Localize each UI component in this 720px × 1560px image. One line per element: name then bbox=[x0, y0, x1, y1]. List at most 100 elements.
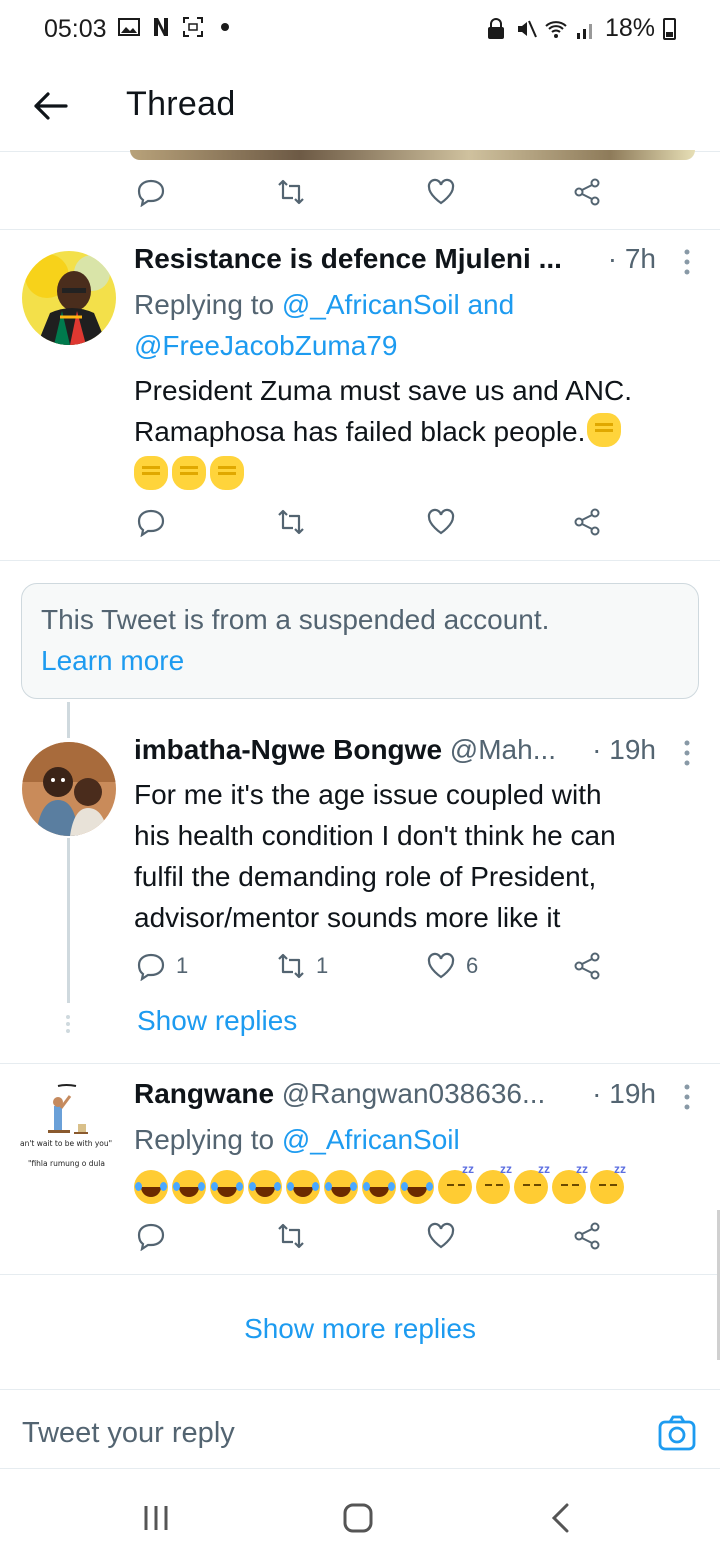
user-handle[interactable]: @Rangwan038636... bbox=[274, 1078, 546, 1109]
thread-connector bbox=[67, 838, 70, 1003]
reply-input[interactable]: Tweet your reply bbox=[22, 1417, 235, 1450]
share-icon bbox=[574, 952, 600, 980]
back-arrow-icon[interactable] bbox=[30, 86, 70, 126]
tweet-time: · 7h bbox=[607, 243, 656, 274]
retweet-count: 1 bbox=[316, 953, 329, 978]
retweet-icon bbox=[278, 953, 304, 979]
retweet-icon bbox=[278, 179, 304, 205]
retweet-icon bbox=[278, 509, 304, 535]
media-preview-edge[interactable] bbox=[130, 150, 695, 160]
reply-button[interactable]: 1 bbox=[136, 951, 188, 981]
share-button[interactable] bbox=[572, 1221, 602, 1251]
avatar-image: an't wait to be with you" "fihla rumung … bbox=[18, 1084, 118, 1180]
suspended-message: This Tweet is from a suspended account. bbox=[41, 604, 550, 635]
replying-to: Replying to @_AfricanSoil bbox=[134, 1119, 694, 1160]
raised-fist-emoji bbox=[134, 456, 168, 490]
divider bbox=[0, 229, 720, 230]
tweet-header: imbatha-Ngwe Bongwe @Mah... · 19h bbox=[134, 734, 704, 774]
tears-of-joy-emoji bbox=[324, 1170, 358, 1204]
divider bbox=[0, 1063, 720, 1064]
camera-icon[interactable] bbox=[658, 1414, 696, 1452]
share-button[interactable] bbox=[572, 177, 602, 207]
tweet-text-line: advisor/mentor sounds more like it bbox=[134, 902, 561, 933]
more-options-icon[interactable] bbox=[682, 1082, 692, 1112]
emoji-row bbox=[134, 1162, 626, 1204]
display-name[interactable]: imbatha-Ngwe Bongwe bbox=[134, 734, 442, 765]
screenshot-icon bbox=[183, 17, 203, 37]
show-replies-link[interactable]: Show replies bbox=[137, 1005, 297, 1037]
learn-more-link[interactable]: Learn more bbox=[41, 645, 184, 677]
gallery-icon bbox=[118, 18, 140, 36]
heart-icon bbox=[427, 178, 455, 205]
replying-to: Replying to @_AfricanSoil and @FreeJacob… bbox=[134, 284, 694, 366]
tweet-text-line: fulfil the demanding role of President, bbox=[134, 861, 597, 892]
raised-fist-emoji bbox=[172, 456, 206, 490]
retweet-button[interactable] bbox=[276, 177, 306, 207]
status-bar: 05:03 18% bbox=[0, 0, 720, 60]
tweet-actions bbox=[136, 177, 616, 213]
mention-link[interactable]: @FreeJacobZuma79 bbox=[134, 330, 397, 361]
reply-button[interactable] bbox=[136, 507, 166, 537]
battery-percent: 18% bbox=[604, 14, 655, 42]
display-name[interactable]: Rangwane bbox=[134, 1078, 274, 1109]
reply-button[interactable] bbox=[136, 177, 166, 207]
home-icon[interactable] bbox=[342, 1502, 374, 1534]
share-icon bbox=[574, 1222, 600, 1250]
avatar[interactable] bbox=[22, 251, 116, 345]
tweet-actions bbox=[136, 507, 616, 543]
system-icons: 18% bbox=[485, 14, 676, 43]
recent-apps-icon[interactable] bbox=[140, 1502, 172, 1534]
like-button[interactable] bbox=[426, 1221, 456, 1251]
retweet-button[interactable] bbox=[276, 507, 306, 537]
back-nav-icon[interactable] bbox=[545, 1502, 577, 1534]
like-button[interactable] bbox=[426, 177, 456, 207]
like-button[interactable] bbox=[426, 507, 456, 537]
heart-icon bbox=[427, 1222, 455, 1249]
avatar[interactable]: an't wait to be with you" "fihla rumung … bbox=[18, 1084, 118, 1180]
reply-composer[interactable]: Tweet your reply bbox=[0, 1389, 720, 1469]
tears-of-joy-emoji bbox=[362, 1170, 396, 1204]
sleeping-face-emoji bbox=[552, 1162, 588, 1204]
like-count: 6 bbox=[466, 953, 479, 978]
display-name[interactable]: Resistance is defence Mjuleni ... bbox=[134, 243, 562, 274]
avatar[interactable] bbox=[22, 742, 116, 836]
tweet-text-line: his health condition I don't think he ca… bbox=[134, 820, 616, 851]
battery-icon bbox=[663, 17, 676, 40]
mention-link[interactable]: @_AfricanSoil and bbox=[282, 289, 514, 320]
share-button[interactable] bbox=[572, 507, 602, 537]
reply-button[interactable] bbox=[136, 1221, 166, 1251]
tweet-time: · 19h bbox=[592, 1078, 656, 1109]
suspended-tweet-notice: This Tweet is from a suspended account. … bbox=[21, 583, 699, 699]
mention-link[interactable]: @_AfricanSoil bbox=[282, 1124, 460, 1155]
page-title: Thread bbox=[126, 85, 236, 123]
share-button[interactable] bbox=[572, 951, 602, 981]
tweet-text-line: For me it's the age issue coupled with bbox=[134, 779, 602, 810]
avatar-caption-2: "fihla rumung o dula bbox=[28, 1159, 105, 1168]
netflix-icon bbox=[154, 18, 168, 36]
show-more-replies-link[interactable]: Show more replies bbox=[0, 1313, 720, 1345]
tears-of-joy-emoji bbox=[286, 1170, 320, 1204]
thread-connector bbox=[67, 702, 70, 738]
sleeping-face-emoji bbox=[514, 1162, 550, 1204]
top-app-bar: Thread bbox=[0, 60, 720, 152]
tweet-actions: 1 1 6 bbox=[136, 951, 616, 987]
more-options-icon[interactable] bbox=[682, 738, 692, 768]
like-button[interactable]: 6 bbox=[426, 951, 478, 981]
sleeping-face-emoji bbox=[438, 1162, 474, 1204]
user-handle[interactable]: @Mah... bbox=[442, 734, 556, 765]
reply-icon bbox=[137, 179, 165, 207]
tweet-actions bbox=[136, 1221, 616, 1257]
divider bbox=[0, 560, 720, 561]
tweet-header: Rangwane @Rangwan038636... · 19h bbox=[134, 1078, 704, 1118]
sleeping-face-emoji bbox=[590, 1162, 626, 1204]
thread-gap-dots-icon bbox=[66, 1015, 70, 1033]
divider bbox=[0, 1274, 720, 1275]
signal-icon bbox=[576, 23, 592, 39]
raised-fist-emoji bbox=[210, 456, 244, 490]
tweet-time: · 19h bbox=[592, 734, 656, 765]
tweet-header: Resistance is defence Mjuleni ... · 7h bbox=[134, 243, 704, 283]
tears-of-joy-emoji bbox=[134, 1170, 168, 1204]
retweet-button[interactable] bbox=[276, 1221, 306, 1251]
retweet-button[interactable]: 1 bbox=[276, 951, 328, 981]
more-options-icon[interactable] bbox=[682, 247, 692, 277]
